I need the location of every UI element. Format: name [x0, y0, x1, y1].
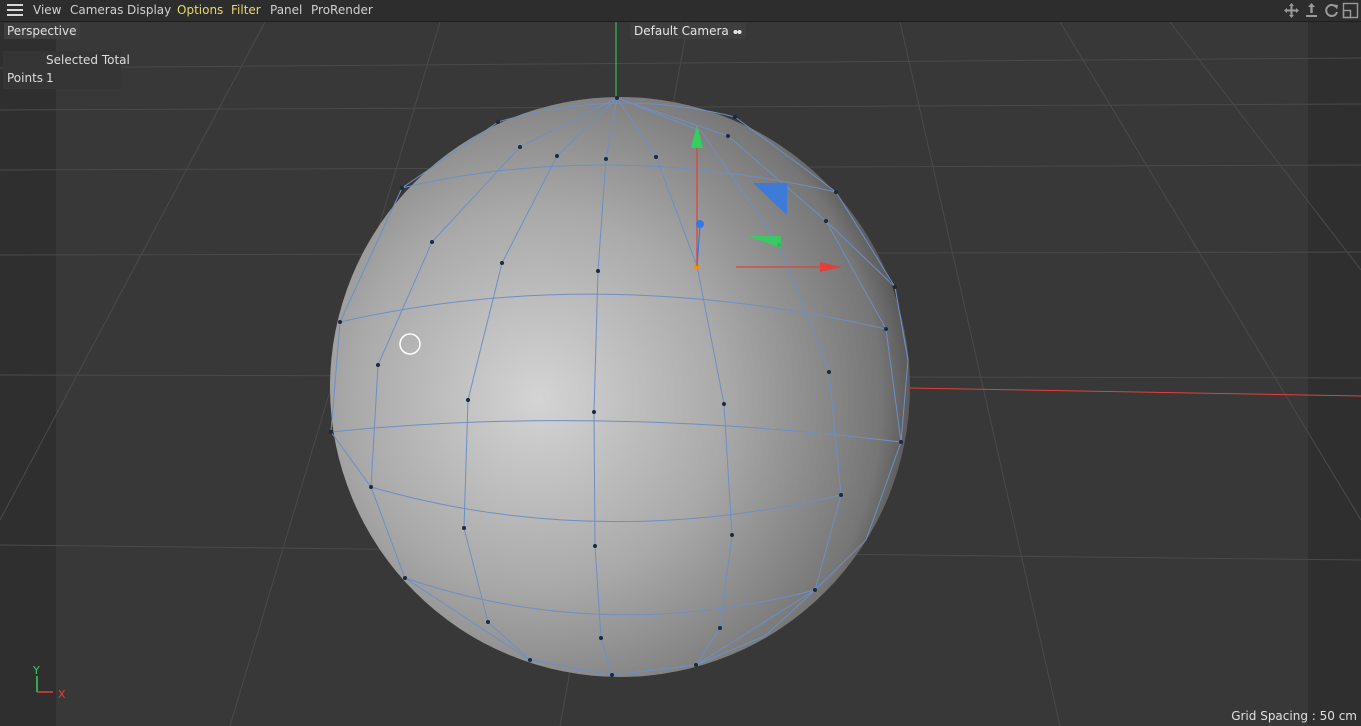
dolly-view-icon[interactable] — [1303, 2, 1320, 19]
menu-display[interactable]: Display — [127, 3, 171, 17]
view-navigation-icons — [1283, 2, 1359, 19]
3d-viewport[interactable]: Y X Perspective Default Camera Selected … — [0, 22, 1361, 726]
move-view-icon[interactable] — [1283, 2, 1300, 19]
menu-bar: View Cameras Display Options Filter Pane… — [0, 0, 1361, 22]
menu-options[interactable]: Options — [177, 3, 223, 17]
rotate-view-icon[interactable] — [1323, 2, 1340, 19]
view-name-label[interactable]: Perspective — [4, 23, 80, 39]
gizmo-z-handle-icon[interactable] — [696, 220, 704, 228]
camera-dropdown-icon — [733, 29, 742, 34]
hud-point-info: Selected Total Points 1 — [3, 51, 130, 89]
hud-row-value: 1 — [46, 71, 54, 85]
menu-view[interactable]: View — [33, 3, 61, 17]
hud-column-header: Selected Total — [46, 53, 130, 67]
axis-y-label: Y — [32, 664, 40, 677]
grid-spacing-label: Grid Spacing : 50 cm — [1231, 709, 1357, 723]
menu-panel[interactable]: Panel — [270, 3, 302, 17]
menu-cameras[interactable]: Cameras — [70, 3, 123, 17]
camera-label[interactable]: Default Camera — [630, 23, 746, 39]
axis-x-label: X — [58, 688, 66, 701]
camera-name: Default Camera — [634, 24, 729, 38]
hamburger-menu-icon[interactable] — [7, 4, 23, 17]
menu-filter[interactable]: Filter — [231, 3, 261, 17]
viewport-canvas[interactable]: Y X — [0, 22, 1361, 726]
menu-prorender[interactable]: ProRender — [311, 3, 373, 17]
toggle-layout-icon[interactable] — [1342, 2, 1359, 19]
sphere-object[interactable] — [330, 97, 910, 677]
hud-row-label: Points — [7, 71, 44, 85]
